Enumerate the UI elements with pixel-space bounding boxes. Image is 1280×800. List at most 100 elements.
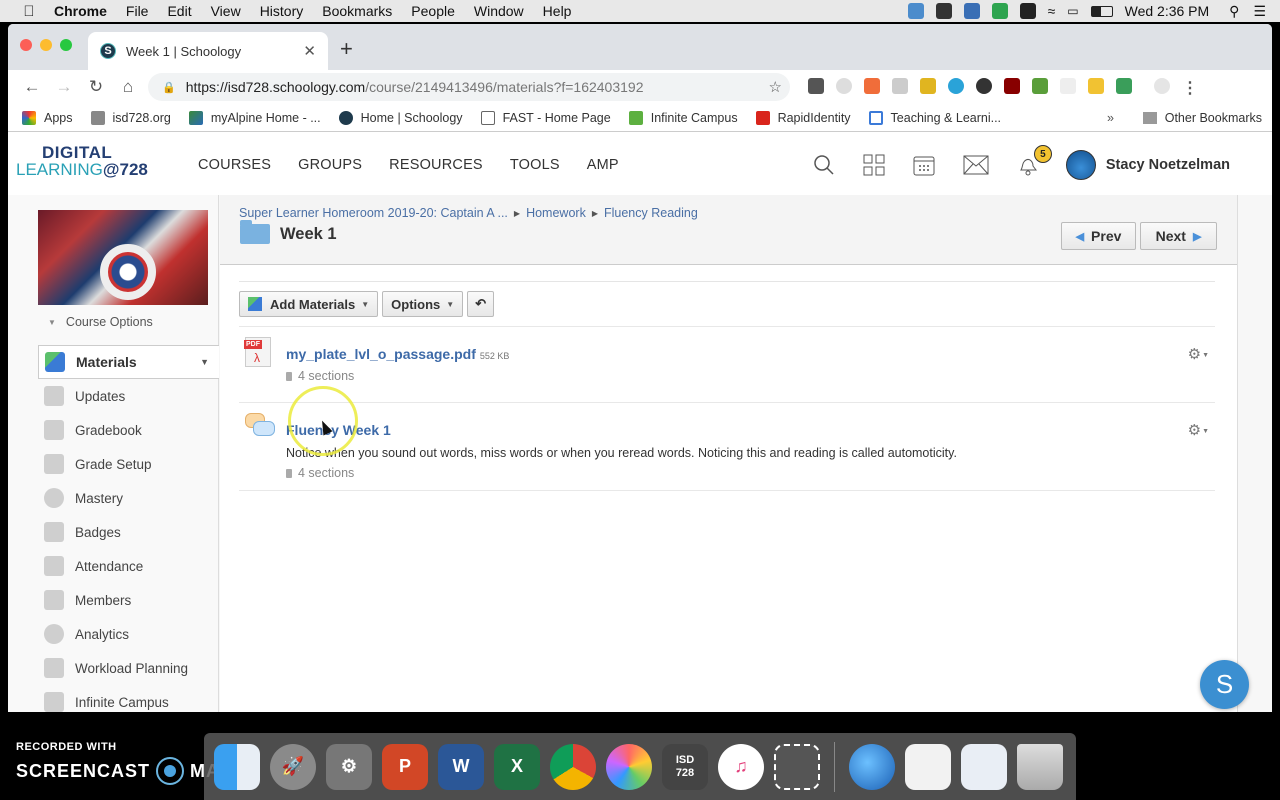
nav-groups[interactable]: GROUPS xyxy=(298,157,362,173)
wifi-icon[interactable]: ≈ xyxy=(1048,3,1056,19)
extension-help-icon[interactable] xyxy=(836,78,852,94)
sidebar-item-analytics[interactable]: Analytics xyxy=(38,617,219,651)
finder-icon[interactable] xyxy=(214,743,260,790)
screenshot-icon[interactable] xyxy=(774,743,820,790)
user-name[interactable]: Stacy Noetzelman xyxy=(1106,157,1230,173)
menu-bookmarks[interactable]: Bookmarks xyxy=(322,3,392,19)
menu-help[interactable]: Help xyxy=(543,3,572,19)
sidebar-item-gradebook[interactable]: Gradebook xyxy=(38,413,219,447)
apps-grid-icon[interactable] xyxy=(862,153,886,177)
sidebar-item-badges[interactable]: Badges xyxy=(38,515,219,549)
trash-icon[interactable] xyxy=(1017,743,1063,790)
tray-security-icon[interactable] xyxy=(935,3,952,19)
ublock-icon[interactable] xyxy=(1004,78,1020,94)
bookmark-star-icon[interactable]: ☆ xyxy=(769,78,782,96)
caret-down-icon[interactable]: ▼ xyxy=(200,357,209,367)
undo-button[interactable]: ↶ xyxy=(467,291,495,317)
airplay-icon[interactable]: ▭ xyxy=(1067,4,1078,18)
breadcrumb-course[interactable]: Super Learner Homeroom 2019-20: Captain … xyxy=(239,206,508,220)
close-window-button[interactable] xyxy=(20,39,32,51)
bookmark-schoology[interactable]: Home | Schoology xyxy=(338,110,463,125)
new-tab-button[interactable]: + xyxy=(340,36,353,62)
menu-app-chrome[interactable]: Chrome xyxy=(54,3,107,19)
bookmark-teaching-learning[interactable]: Teaching & Learni... xyxy=(868,110,1001,125)
lock-icon[interactable]: 🔒 xyxy=(162,81,176,94)
nav-courses[interactable]: COURSES xyxy=(198,157,271,173)
home-icon[interactable]: ⌂ xyxy=(114,77,142,97)
photos-icon[interactable] xyxy=(606,743,652,790)
profile-avatar-icon[interactable] xyxy=(1154,78,1170,94)
system-preferences-icon[interactable]: ⚙ xyxy=(326,743,372,790)
apple-menu-icon[interactable]:  xyxy=(20,2,38,20)
options-button[interactable]: Options ▼ xyxy=(382,291,464,317)
digital-learning-logo[interactable]: DIGITAL LEARNING@728 xyxy=(16,144,148,184)
notification-center-icon[interactable]: ☰ xyxy=(1253,3,1266,20)
close-tab-icon[interactable]: ✕ xyxy=(303,42,316,60)
clock[interactable]: Wed 2:36 PM xyxy=(1125,3,1210,19)
browser-tab[interactable]: S Week 1 | Schoology ✕ xyxy=(88,32,328,70)
extension-sparkle-icon[interactable] xyxy=(1060,78,1076,94)
bookmark-infinite-campus[interactable]: Infinite Campus xyxy=(628,110,738,125)
launchpad-icon[interactable]: 🚀 xyxy=(270,743,316,790)
binoculars-icon[interactable] xyxy=(1019,3,1036,19)
reload-icon[interactable]: ↻ xyxy=(82,77,110,97)
chrome-menu-icon[interactable]: ⋮ xyxy=(1182,78,1198,97)
preview-document-icon[interactable] xyxy=(905,743,951,790)
extension-broom-icon[interactable] xyxy=(1088,78,1104,94)
bookmark-myalpine[interactable]: myAlpine Home - ... xyxy=(188,110,321,125)
extension-eraser-icon[interactable] xyxy=(864,78,880,94)
bookmark-rapididentity[interactable]: RapidIdentity xyxy=(755,110,851,125)
address-bar[interactable]: 🔒 https://isd728.schoology.com/course/21… xyxy=(148,73,790,101)
powerpoint-icon[interactable]: P xyxy=(382,743,428,790)
extension-shield-blue-icon[interactable] xyxy=(948,78,964,94)
item-settings-gear-icon[interactable]: ⚙▼ xyxy=(1188,345,1209,363)
sidebar-item-mastery[interactable]: Mastery xyxy=(38,481,219,515)
bookmark-apps[interactable]: Apps xyxy=(22,110,73,125)
tray-k-icon[interactable] xyxy=(963,3,980,19)
prev-button[interactable]: ◀ Prev xyxy=(1061,222,1136,250)
bookmark-fast[interactable]: FAST - Home Page xyxy=(480,110,611,125)
extension-screen-icon[interactable] xyxy=(920,78,936,94)
menu-file[interactable]: File xyxy=(126,3,149,19)
material-sections[interactable]: 4 sections xyxy=(286,466,354,480)
spotlight-icon[interactable]: ⚲ xyxy=(1229,3,1239,20)
globe-network-icon[interactable] xyxy=(849,743,895,790)
other-bookmarks[interactable]: Other Bookmarks xyxy=(1142,111,1262,125)
menu-edit[interactable]: Edit xyxy=(167,3,191,19)
maximize-window-button[interactable] xyxy=(60,39,72,51)
material-sections[interactable]: 4 sections xyxy=(286,369,354,383)
tray-app-icon[interactable] xyxy=(907,3,924,19)
menu-view[interactable]: View xyxy=(211,3,241,19)
calendar-icon[interactable] xyxy=(912,153,936,177)
word-icon[interactable]: W xyxy=(438,743,484,790)
back-icon[interactable]: ← xyxy=(18,77,46,97)
itunes-icon[interactable]: ♫ xyxy=(718,743,764,790)
chrome-app-window-icon[interactable] xyxy=(961,743,1007,790)
minimize-window-button[interactable] xyxy=(40,39,52,51)
menu-window[interactable]: Window xyxy=(474,3,524,19)
nav-tools[interactable]: TOOLS xyxy=(510,157,560,173)
material-link[interactable]: Fluency Week 1 xyxy=(286,422,391,438)
tray-c-icon[interactable] xyxy=(991,3,1008,19)
bookmarks-overflow-button[interactable]: » xyxy=(1107,111,1114,125)
extension-shield-dark-icon[interactable] xyxy=(976,78,992,94)
sidebar-item-materials[interactable]: Materials ▼ xyxy=(38,345,219,379)
sidebar-item-updates[interactable]: Updates xyxy=(38,379,219,413)
self-service-jamf-icon[interactable]: ISD 728 xyxy=(662,743,708,790)
sidebar-item-members[interactable]: Members xyxy=(38,583,219,617)
mail-icon[interactable] xyxy=(962,153,990,177)
forward-icon[interactable]: → xyxy=(50,77,78,97)
extension-lightbulb-icon[interactable] xyxy=(808,78,824,94)
item-settings-gear-icon[interactable]: ⚙▼ xyxy=(1188,421,1209,439)
excel-icon[interactable]: X xyxy=(494,743,540,790)
chrome-icon[interactable] xyxy=(550,743,596,790)
breadcrumb-homework[interactable]: Homework xyxy=(526,206,586,220)
sidebar-item-grade-setup[interactable]: Grade Setup xyxy=(38,447,219,481)
course-options-toggle[interactable]: ▼ Course Options xyxy=(48,315,153,329)
breadcrumb-fluency-reading[interactable]: Fluency Reading xyxy=(604,206,698,220)
menu-people[interactable]: People xyxy=(411,3,455,19)
add-materials-button[interactable]: Add Materials ▼ xyxy=(239,291,379,317)
search-icon[interactable] xyxy=(812,153,836,177)
nav-resources[interactable]: RESOURCES xyxy=(389,157,483,173)
extension-mask-icon[interactable] xyxy=(1116,78,1132,94)
